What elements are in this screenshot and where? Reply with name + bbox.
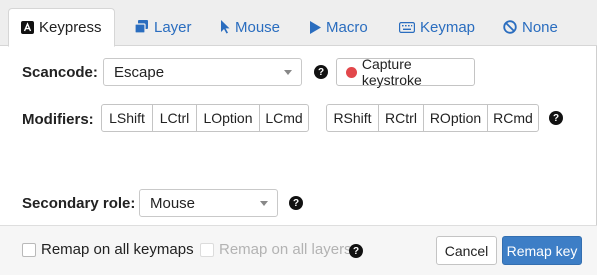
remap-key-button[interactable]: Remap key — [502, 236, 582, 265]
keyboard-icon — [399, 21, 415, 33]
tab-layer[interactable]: Layer — [134, 8, 192, 46]
modifiers-help-icon[interactable]: ? — [549, 111, 563, 125]
remap-all-layers-label: Remap on all layers — [219, 241, 352, 258]
tab-label: None — [522, 18, 558, 36]
modifier-roption-button[interactable]: ROption — [423, 105, 487, 131]
remap-dialog: Keypress Layer Mouse Macro Keymap None S… — [0, 0, 597, 275]
modifiers-label: Modifiers: — [22, 111, 94, 128]
remap-all-keymaps-checkbox[interactable] — [22, 243, 36, 257]
cancel-button[interactable]: Cancel — [436, 236, 497, 265]
keypress-icon — [21, 21, 34, 34]
secondary-role-select[interactable]: Mouse — [139, 189, 278, 217]
mouse-pointer-icon — [220, 20, 230, 34]
record-dot-icon — [346, 66, 357, 78]
secondary-role-value: Mouse — [150, 194, 196, 212]
capture-label: Capture keystroke — [361, 56, 422, 88]
chevron-down-icon — [260, 201, 268, 206]
modifier-rcmd-button[interactable]: RCmd — [487, 105, 538, 131]
tab-label: Keypress — [39, 19, 102, 36]
tab-keypress[interactable]: Keypress — [8, 8, 115, 47]
modifier-rshift-button[interactable]: RShift — [327, 105, 378, 131]
dialog-footer: Remap on all keymaps Remap on all layers… — [0, 225, 597, 275]
layer-icon — [134, 20, 149, 34]
modifier-rctrl-button[interactable]: RCtrl — [378, 105, 423, 131]
left-modifiers-group: LShift LCtrl LOption LCmd — [101, 104, 309, 132]
scancode-value: Escape — [114, 63, 165, 81]
scancode-label: Scancode: — [22, 64, 98, 81]
tab-label: Macro — [326, 18, 368, 36]
remap-all-layers-checkbox — [200, 243, 214, 257]
chevron-down-icon — [284, 70, 292, 75]
modifier-lctrl-button[interactable]: LCtrl — [152, 105, 196, 131]
scancode-help-icon[interactable]: ? — [314, 65, 328, 79]
modifier-lcmd-button[interactable]: LCmd — [259, 105, 308, 131]
tab-none[interactable]: None — [503, 8, 558, 46]
capture-keystroke-button[interactable]: Capture keystroke — [336, 56, 475, 88]
tab-keymap[interactable]: Keymap — [399, 8, 475, 46]
none-icon — [503, 20, 517, 34]
tab-label: Layer — [154, 18, 192, 36]
tab-bar: Keypress Layer Mouse Macro Keymap None — [0, 0, 597, 47]
secondary-role-help-icon[interactable]: ? — [289, 196, 303, 210]
modifier-lshift-button[interactable]: LShift — [102, 105, 152, 131]
remap-all-keymaps-label[interactable]: Remap on all keymaps — [41, 241, 194, 258]
scancode-select[interactable]: Escape — [103, 58, 302, 86]
right-modifiers-group: RShift RCtrl ROption RCmd — [326, 104, 539, 132]
tab-mouse[interactable]: Mouse — [220, 8, 280, 46]
secondary-role-label: Secondary role: — [22, 195, 136, 212]
play-icon — [310, 20, 321, 34]
tab-macro[interactable]: Macro — [310, 8, 368, 46]
tab-label: Keymap — [420, 18, 476, 36]
remap-layers-help-icon[interactable]: ? — [349, 244, 363, 258]
modifier-loption-button[interactable]: LOption — [196, 105, 259, 131]
tab-label: Mouse — [235, 18, 281, 36]
